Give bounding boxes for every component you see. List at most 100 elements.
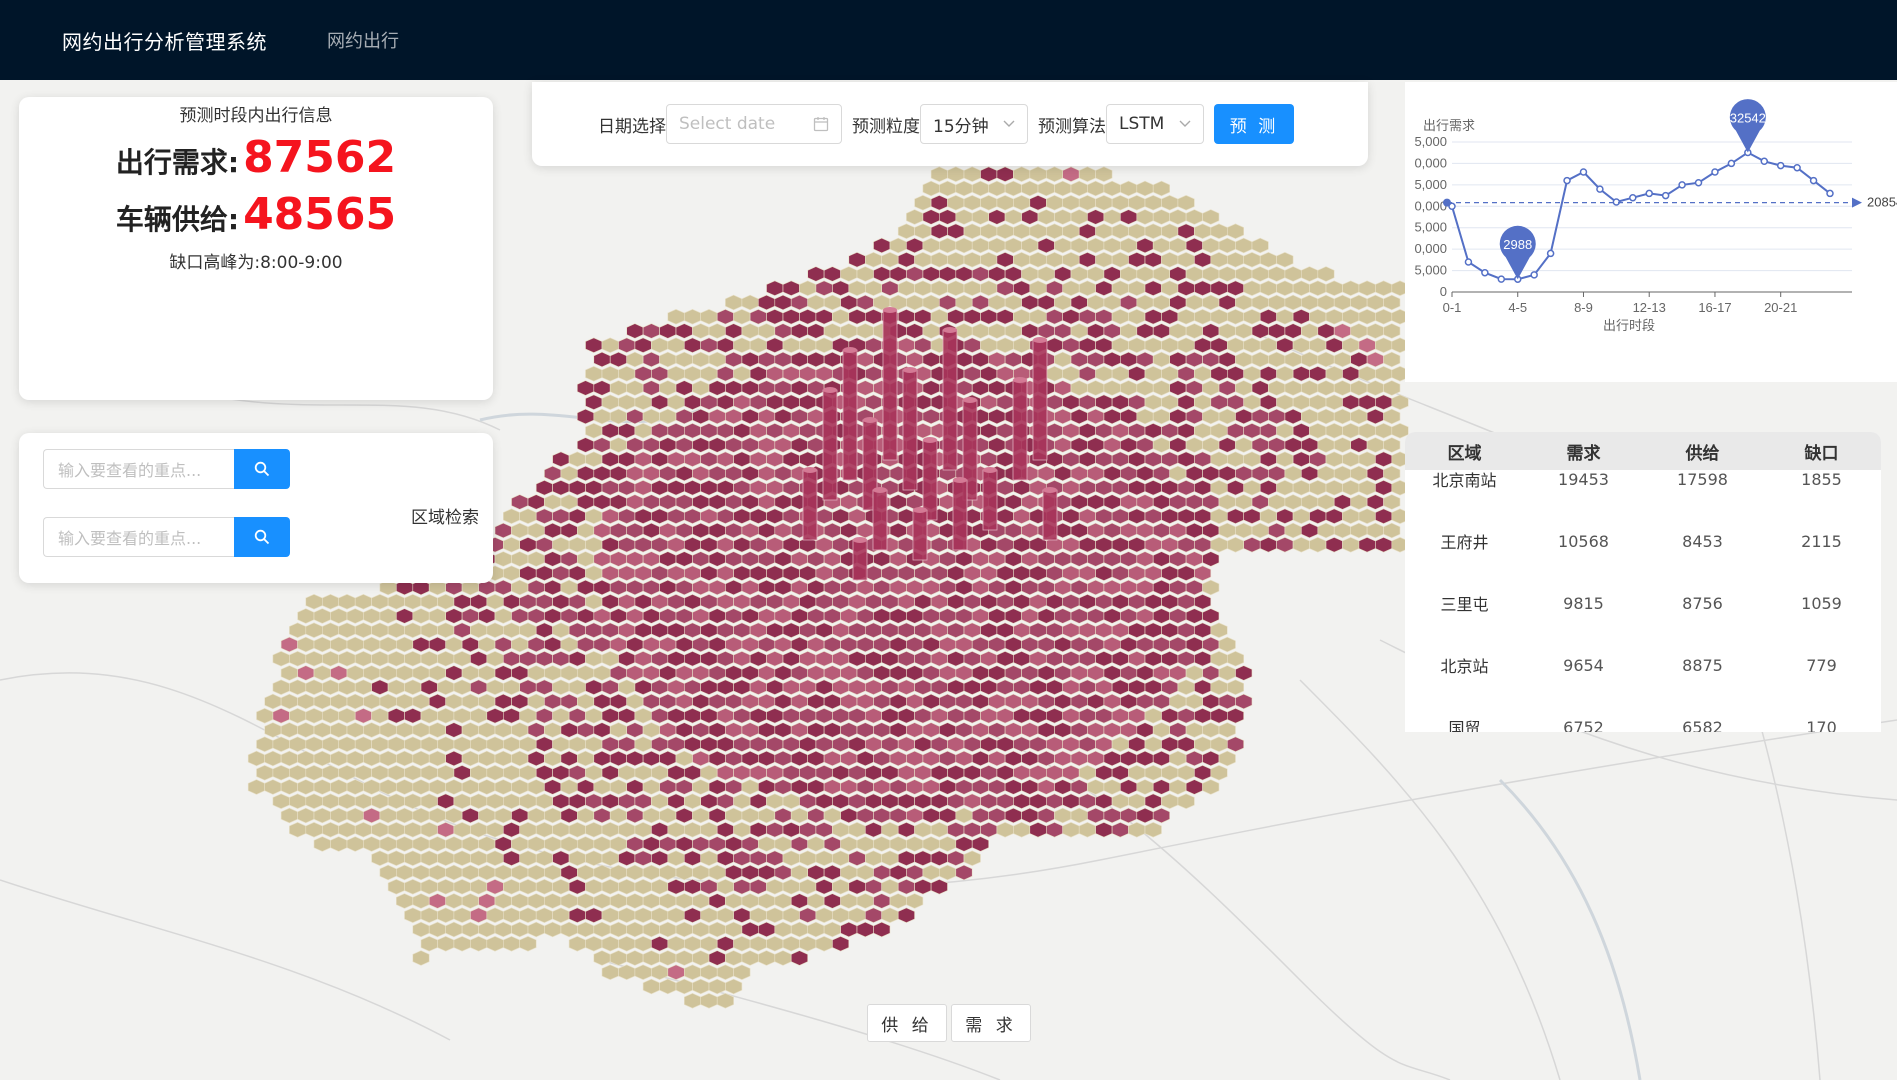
table-row[interactable]: 北京南站 19453 17598 1855 <box>1405 470 1881 490</box>
predict-button[interactable]: 预 测 <box>1214 104 1294 144</box>
hex-cell <box>634 878 652 895</box>
hex-cell <box>708 722 726 738</box>
search-button-2[interactable] <box>234 517 290 557</box>
hex-cell <box>576 864 595 881</box>
hex-cell <box>1251 380 1269 396</box>
hex-cell <box>988 180 1006 197</box>
hex-cell <box>560 636 578 653</box>
hex-cell <box>1169 494 1187 510</box>
hex-cell <box>667 337 685 354</box>
hex-cell <box>749 365 767 382</box>
hex-cell <box>626 522 644 539</box>
hex-cell <box>971 180 990 197</box>
hex-cell <box>1128 251 1146 268</box>
supply-toggle-button[interactable]: 供 给 <box>867 1004 947 1042</box>
hex-cell <box>511 722 529 738</box>
hex-cell <box>1161 479 1179 496</box>
hex-cell <box>692 950 710 966</box>
hex-cell <box>1161 337 1179 354</box>
hex-cell <box>1169 722 1187 738</box>
hex-cell <box>486 793 504 810</box>
hex-cell <box>980 194 998 211</box>
hex-cell <box>1087 180 1105 197</box>
hex-cell <box>1276 536 1294 553</box>
hex-cell <box>864 707 883 724</box>
hex-cell <box>1062 707 1080 724</box>
search-input-1[interactable]: 输入要查看的重点... <box>43 449 234 489</box>
hex-cell <box>947 821 965 838</box>
hex-cell <box>963 821 981 838</box>
hex-cell <box>799 451 817 468</box>
table-row[interactable]: 王府井 10568 8453 2115 <box>1405 530 1881 553</box>
hex-cell <box>741 522 759 539</box>
hex-cell <box>856 294 874 311</box>
hex-cell <box>1194 365 1212 382</box>
hex-cell <box>1136 722 1154 738</box>
demand-toggle-button[interactable]: 需 求 <box>951 1004 1031 1042</box>
hex-cell <box>856 380 874 396</box>
hex-cell <box>996 166 1014 183</box>
hex-cell <box>700 764 718 781</box>
hex-cell <box>618 508 636 525</box>
hex-cell <box>1185 437 1203 453</box>
hex-cell <box>1136 522 1154 539</box>
hex-cell <box>601 622 619 639</box>
algorithm-select[interactable]: LSTM <box>1106 104 1204 144</box>
hex-cell <box>560 864 578 881</box>
hex-cell <box>692 978 710 995</box>
search-button-1[interactable] <box>234 449 290 489</box>
table-row[interactable]: 国贸 6752 6582 170 <box>1405 716 1881 733</box>
hex-cell <box>1062 394 1080 411</box>
hex-cell <box>626 465 644 482</box>
search-input-2[interactable]: 输入要查看的重点... <box>43 517 234 557</box>
table-row[interactable]: 三里屯 9815 8756 1059 <box>1405 592 1881 615</box>
hex-cell <box>889 693 907 710</box>
hex-cell <box>914 707 932 724</box>
hex-cell <box>1144 394 1162 411</box>
hex-cell <box>585 593 603 610</box>
hex-cell <box>593 551 611 567</box>
hex-cell <box>1070 408 1088 425</box>
hex-cell <box>420 935 438 952</box>
hex-cell <box>1325 337 1343 354</box>
hex-cell <box>1317 465 1335 482</box>
hex-cell <box>379 750 397 767</box>
hex-cell <box>757 750 776 767</box>
hex-cell <box>568 935 586 952</box>
hex-cell <box>1111 422 1129 439</box>
hex-cell <box>782 622 800 639</box>
hex-cell <box>1169 351 1187 368</box>
demand-line-chart[interactable]: 出行需求05,0000,0005,0000,0005,0000,0005,000… <box>1405 82 1897 382</box>
hex-cell <box>733 451 751 468</box>
hex-cell <box>938 693 957 710</box>
data-point <box>1776 161 1785 170</box>
hex-cell <box>1185 266 1203 282</box>
hex-cell <box>1358 479 1376 496</box>
hex-cell <box>651 764 669 781</box>
hex-cell <box>371 622 389 639</box>
hex-cell <box>988 266 1006 282</box>
hex-cell <box>922 351 940 368</box>
hex-cell <box>330 836 348 852</box>
hex-cell <box>914 593 932 610</box>
hex-cell <box>256 707 274 724</box>
hex-cell <box>1383 465 1401 482</box>
hex-cell <box>1070 237 1088 254</box>
hex-cell <box>1161 308 1179 325</box>
table-row[interactable]: 北京站 9654 8875 779 <box>1405 654 1881 677</box>
hex-cell <box>782 821 800 838</box>
hex-cell <box>535 821 553 838</box>
hex-cell <box>675 807 693 824</box>
hex-cell <box>700 736 718 753</box>
hex-cell <box>980 593 998 610</box>
hex-cell <box>264 750 282 767</box>
hex-cell <box>873 551 891 567</box>
nav-item-ride-hailing[interactable]: 网约出行 <box>327 27 399 53</box>
hex-cell <box>1062 337 1080 354</box>
y-tick-label: 5,000 <box>1414 263 1447 278</box>
hex-cell <box>1144 622 1162 639</box>
granularity-select[interactable]: 15分钟 <box>920 104 1028 144</box>
hex-cell <box>1243 451 1261 468</box>
date-picker[interactable]: Select date <box>666 104 842 144</box>
hex-cell <box>601 679 619 696</box>
